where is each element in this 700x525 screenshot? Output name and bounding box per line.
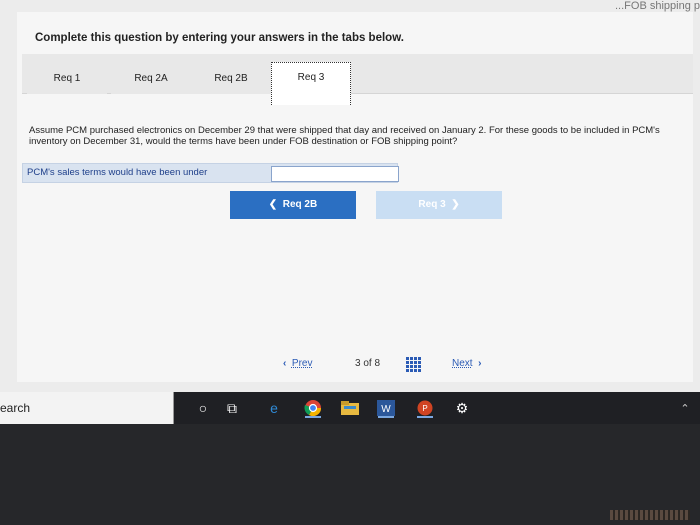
next-label: Next xyxy=(452,358,473,369)
chevron-left-icon: ‹ xyxy=(283,358,287,369)
question-passage: Assume PCM purchased electronics on Dece… xyxy=(29,125,660,147)
tab-req-1[interactable]: Req 1 xyxy=(27,64,107,94)
tab-req-2b[interactable]: Req 2B xyxy=(191,64,271,94)
top-fragment-text: ...FOB shipping p xyxy=(615,0,700,12)
answer-row: PCM's sales terms would have been under xyxy=(22,163,399,183)
browser-viewport: ...FOB shipping p Complete this question… xyxy=(0,0,700,392)
search-text: earch xyxy=(0,401,31,415)
back-req-2b-button[interactable]: ❮ Req 2B xyxy=(230,191,356,219)
vent-grille xyxy=(610,510,690,520)
tab-bar: Req 1 Req 2A Req 2B Req 3 xyxy=(22,54,693,105)
chrome-icon[interactable] xyxy=(302,397,324,419)
page-position: 3 of 8 xyxy=(355,358,381,369)
task-view-icon[interactable]: ⧉ xyxy=(221,397,243,419)
instruction-text: Complete this question by entering your … xyxy=(35,32,404,44)
tab-req-2a[interactable]: Req 2A xyxy=(111,64,191,94)
file-explorer-icon[interactable] xyxy=(339,397,361,419)
svg-text:W: W xyxy=(381,404,391,415)
taskbar-search-box[interactable]: earch xyxy=(0,392,174,424)
cortana-icon[interactable]: ○ xyxy=(192,397,214,419)
laptop-bezel xyxy=(0,424,700,525)
answer-label: PCM's sales terms would have been under xyxy=(27,167,208,178)
settings-gear-icon[interactable]: ⚙ xyxy=(451,397,473,419)
back-button-label: Req 2B xyxy=(282,199,318,210)
word-app-icon[interactable]: W xyxy=(375,397,397,419)
next-link[interactable]: Next › xyxy=(452,358,481,369)
chevron-left-icon: ❮ xyxy=(268,199,283,210)
question-card: Complete this question by entering your … xyxy=(17,12,693,382)
windows-taskbar: earch ○ ⧉ e W P ⚙ ⌃ xyxy=(0,392,700,424)
answer-input[interactable] xyxy=(271,166,399,182)
prev-link[interactable]: ‹ Prev xyxy=(283,358,312,369)
prev-label: Prev xyxy=(291,358,313,369)
question-pager: ‹ Prev 3 of 8 Next › xyxy=(0,352,700,382)
svg-text:P: P xyxy=(422,404,427,413)
chevron-right-icon: › xyxy=(478,358,482,369)
forward-button-label: Req 3 xyxy=(418,199,446,210)
edge-browser-icon[interactable]: e xyxy=(263,397,285,419)
tab-req-3[interactable]: Req 3 xyxy=(271,62,351,105)
forward-req-3-button[interactable]: Req 3 ❯ xyxy=(376,191,502,219)
powerpoint-app-icon[interactable]: P xyxy=(414,397,436,419)
question-grid-icon[interactable] xyxy=(406,357,421,372)
chevron-right-icon: ❯ xyxy=(445,199,460,210)
chevron-up-icon[interactable]: ⌃ xyxy=(674,397,696,419)
